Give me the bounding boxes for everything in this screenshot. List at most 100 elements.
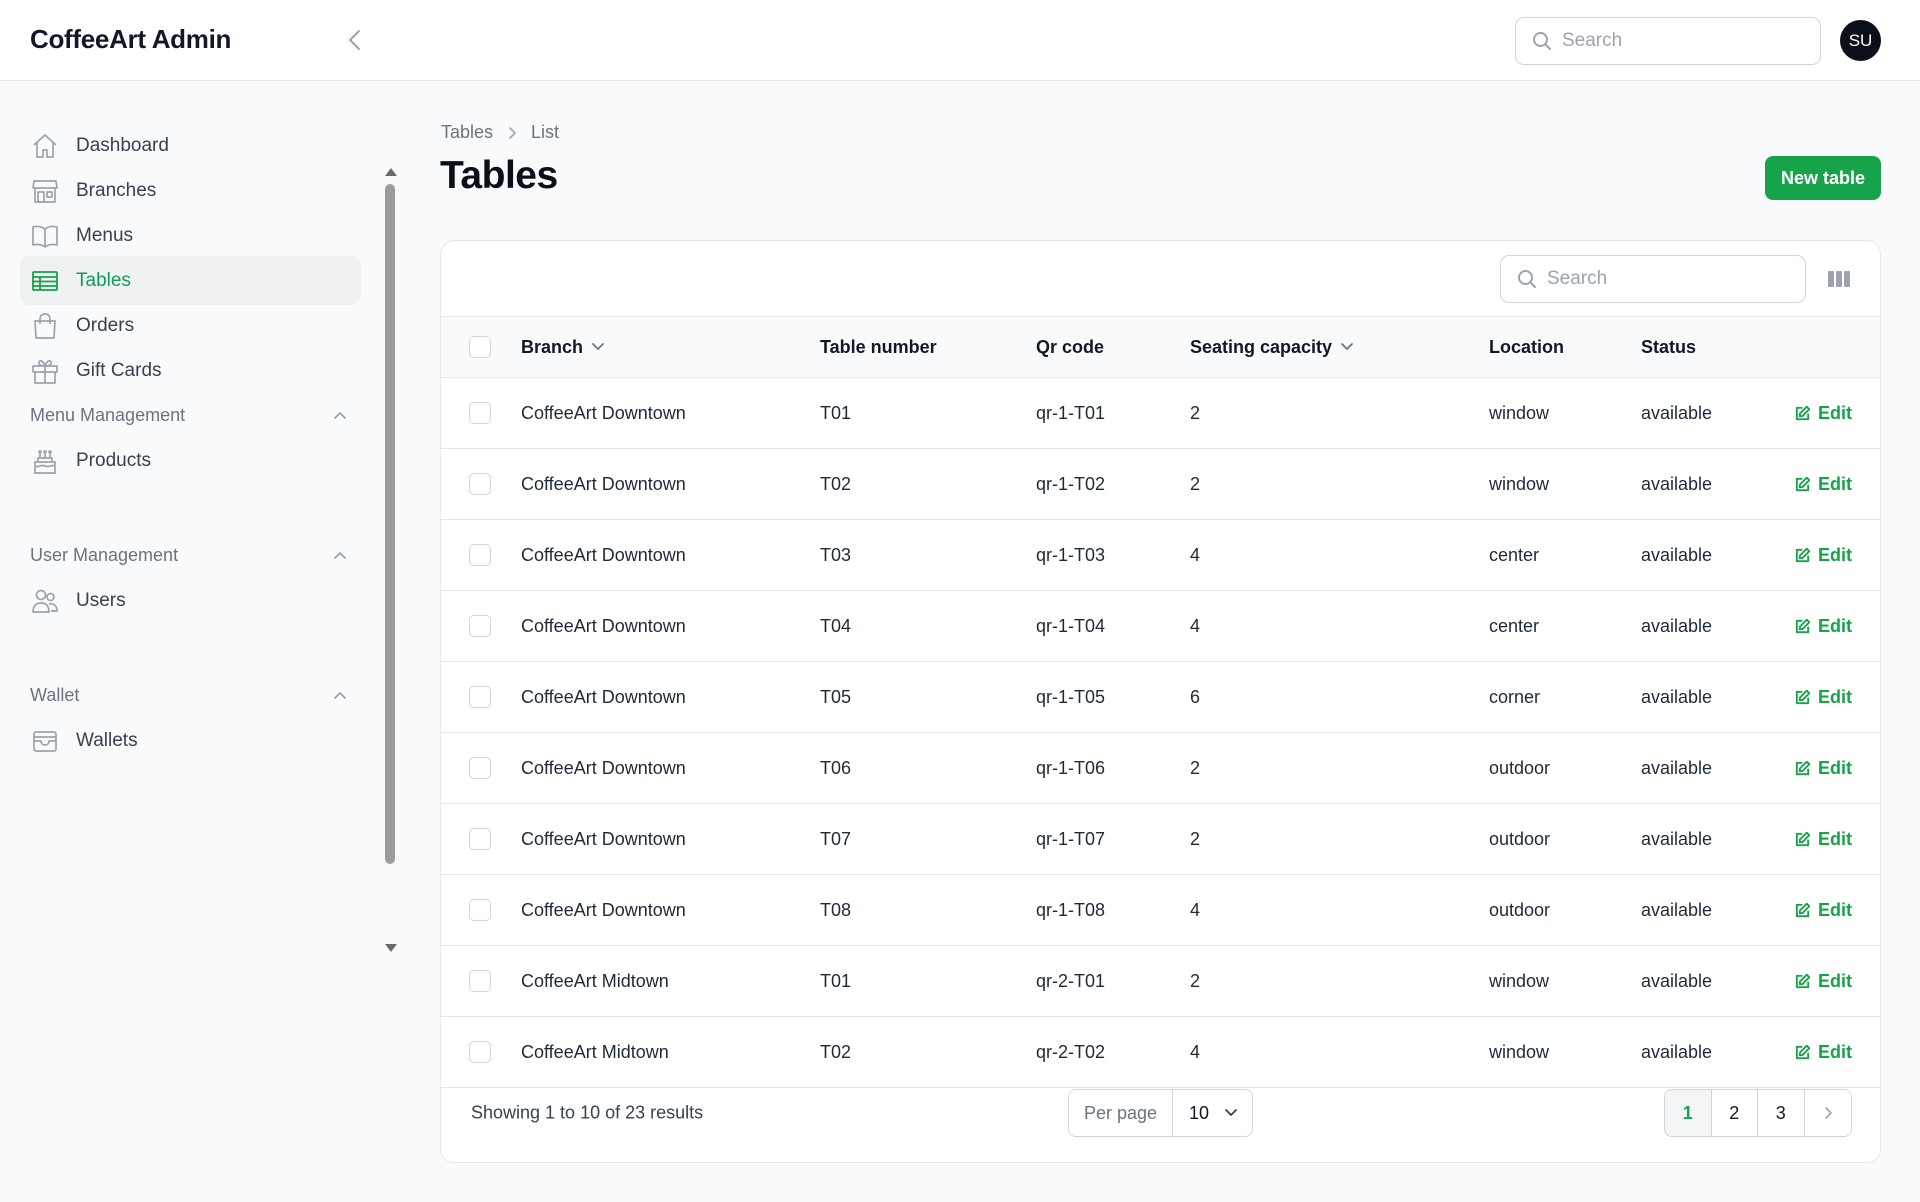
row-checkbox[interactable] <box>469 473 491 495</box>
edit-label: Edit <box>1818 544 1852 565</box>
global-search[interactable] <box>1515 17 1821 65</box>
edit-label: Edit <box>1818 473 1852 494</box>
column-header-location: Location <box>1489 317 1564 377</box>
cell-status: available <box>1641 686 1713 707</box>
row-checkbox[interactable] <box>469 899 491 921</box>
chevron-up-icon <box>333 550 347 560</box>
edit-row-button[interactable]: Edit <box>1794 733 1852 803</box>
cell-seating-capacity: 4 <box>1190 615 1201 636</box>
next-page-button[interactable] <box>1804 1090 1851 1136</box>
row-checkbox[interactable] <box>469 544 491 566</box>
global-search-input[interactable] <box>1562 30 1792 52</box>
cell-seating-capacity: 2 <box>1190 828 1201 849</box>
row-checkbox[interactable] <box>469 970 491 992</box>
per-page-select[interactable]: 10 <box>1173 1090 1252 1136</box>
page-button-3[interactable]: 3 <box>1758 1090 1805 1136</box>
cell-status: available <box>1641 899 1713 920</box>
edit-row-button[interactable]: Edit <box>1794 520 1852 590</box>
edit-label: Edit <box>1818 686 1852 707</box>
column-header-branch[interactable]: Branch <box>521 317 605 377</box>
sidebar-item-label: Orders <box>76 314 135 336</box>
edit-icon <box>1794 760 1811 777</box>
chevron-right-icon <box>507 126 517 140</box>
edit-row-button[interactable]: Edit <box>1794 378 1852 448</box>
group-wallet[interactable]: Wallet <box>30 680 350 710</box>
edit-row-button[interactable]: Edit <box>1794 946 1852 1016</box>
row-checkbox[interactable] <box>469 1041 491 1063</box>
sidebar-scroll-up[interactable] <box>384 167 398 177</box>
edit-row-button[interactable]: Edit <box>1794 875 1852 945</box>
cell-status: available <box>1641 970 1713 991</box>
pagination: 1 2 3 <box>1664 1089 1852 1137</box>
cell-table-number: T02 <box>820 473 852 494</box>
cell-location: window <box>1489 1041 1550 1062</box>
tables-card: Branch Table number Qr code Seating capa… <box>440 240 1881 1163</box>
cell-location: window <box>1489 402 1550 423</box>
sidebar-item-users[interactable]: Users <box>20 576 361 625</box>
edit-row-button[interactable]: Edit <box>1794 449 1852 519</box>
cell-branch: CoffeeArt Downtown <box>521 615 686 636</box>
edit-row-button[interactable]: Edit <box>1794 662 1852 732</box>
cell-location: outdoor <box>1489 828 1551 849</box>
edit-row-button[interactable]: Edit <box>1794 591 1852 661</box>
sidebar-item-gift-cards[interactable]: Gift Cards <box>20 346 361 395</box>
row-checkbox[interactable] <box>469 828 491 850</box>
sidebar-item-orders[interactable]: Orders <box>20 301 361 350</box>
cell-location: outdoor <box>1489 899 1551 920</box>
shopping-bag-icon <box>31 312 59 340</box>
table-row: CoffeeArt Midtown T02 qr-2-T02 4 window avail… <box>441 1017 1880 1088</box>
collapse-sidebar-button[interactable] <box>340 24 370 56</box>
column-header-seating-capacity[interactable]: Seating capacity <box>1190 317 1354 377</box>
table-row: CoffeeArt Downtown T01 qr-1-T01 2 window avai… <box>441 378 1880 449</box>
table-header: Branch Table number Qr code Seating capa… <box>441 316 1880 378</box>
sidebar-scroll-down[interactable] <box>384 943 398 953</box>
chevron-down-icon <box>1224 1108 1238 1118</box>
sidebar-item-products[interactable]: Products <box>20 436 361 485</box>
row-checkbox[interactable] <box>469 757 491 779</box>
edit-row-button[interactable]: Edit <box>1794 1017 1852 1087</box>
sidebar-item-wallets[interactable]: Wallets <box>20 716 361 765</box>
edit-label: Edit <box>1818 970 1852 991</box>
breadcrumb: Tables List <box>441 122 559 143</box>
sidebar-item-dashboard[interactable]: Dashboard <box>20 121 361 170</box>
new-table-button[interactable]: New table <box>1765 156 1881 200</box>
edit-row-button[interactable]: Edit <box>1794 804 1852 874</box>
breadcrumb-tables[interactable]: Tables <box>441 122 493 143</box>
table-row: CoffeeArt Downtown T03 qr-1-T03 4 center avai… <box>441 520 1880 591</box>
edit-icon <box>1794 902 1811 919</box>
user-avatar[interactable]: SU <box>1840 20 1881 61</box>
cell-status: available <box>1641 544 1713 565</box>
column-label: Location <box>1489 336 1564 357</box>
row-checkbox[interactable] <box>469 686 491 708</box>
table-search[interactable] <box>1500 255 1806 303</box>
sidebar-item-tables[interactable]: Tables <box>20 256 361 305</box>
chevron-right-icon <box>1823 1106 1833 1120</box>
sidebar: Dashboard Branches Menus Tables Orders G… <box>0 81 400 1202</box>
toggle-columns-button[interactable] <box>1826 266 1852 292</box>
page-button-2[interactable]: 2 <box>1711 1090 1758 1136</box>
group-user-management[interactable]: User Management <box>30 540 350 570</box>
cell-qr-code: qr-1-T02 <box>1036 473 1106 494</box>
edit-icon <box>1794 476 1811 493</box>
cell-seating-capacity: 4 <box>1190 899 1201 920</box>
table-row: CoffeeArt Downtown T06 qr-1-T06 2 outdoor ava… <box>441 733 1880 804</box>
row-checkbox[interactable] <box>469 615 491 637</box>
cell-qr-code: qr-1-T08 <box>1036 899 1106 920</box>
search-icon <box>1532 31 1552 51</box>
sidebar-item-label: Users <box>76 589 126 611</box>
row-checkbox[interactable] <box>469 402 491 424</box>
cell-table-number: T01 <box>820 402 852 423</box>
column-header-status: Status <box>1641 317 1696 377</box>
select-all-checkbox[interactable] <box>469 336 491 358</box>
page-button-1[interactable]: 1 <box>1665 1090 1712 1136</box>
group-menu-management[interactable]: Menu Management <box>30 400 350 430</box>
sidebar-item-menus[interactable]: Menus <box>20 211 361 260</box>
results-summary: Showing 1 to 10 of 23 results <box>471 1102 704 1123</box>
table-search-input[interactable] <box>1547 268 1777 290</box>
sidebar-item-branches[interactable]: Branches <box>20 166 361 215</box>
sidebar-scrollbar-thumb[interactable] <box>385 184 395 864</box>
column-label: Seating capacity <box>1190 336 1333 357</box>
app-title: CoffeeArt Admin <box>30 24 232 54</box>
cell-table-number: T07 <box>820 828 852 849</box>
edit-icon <box>1794 547 1811 564</box>
